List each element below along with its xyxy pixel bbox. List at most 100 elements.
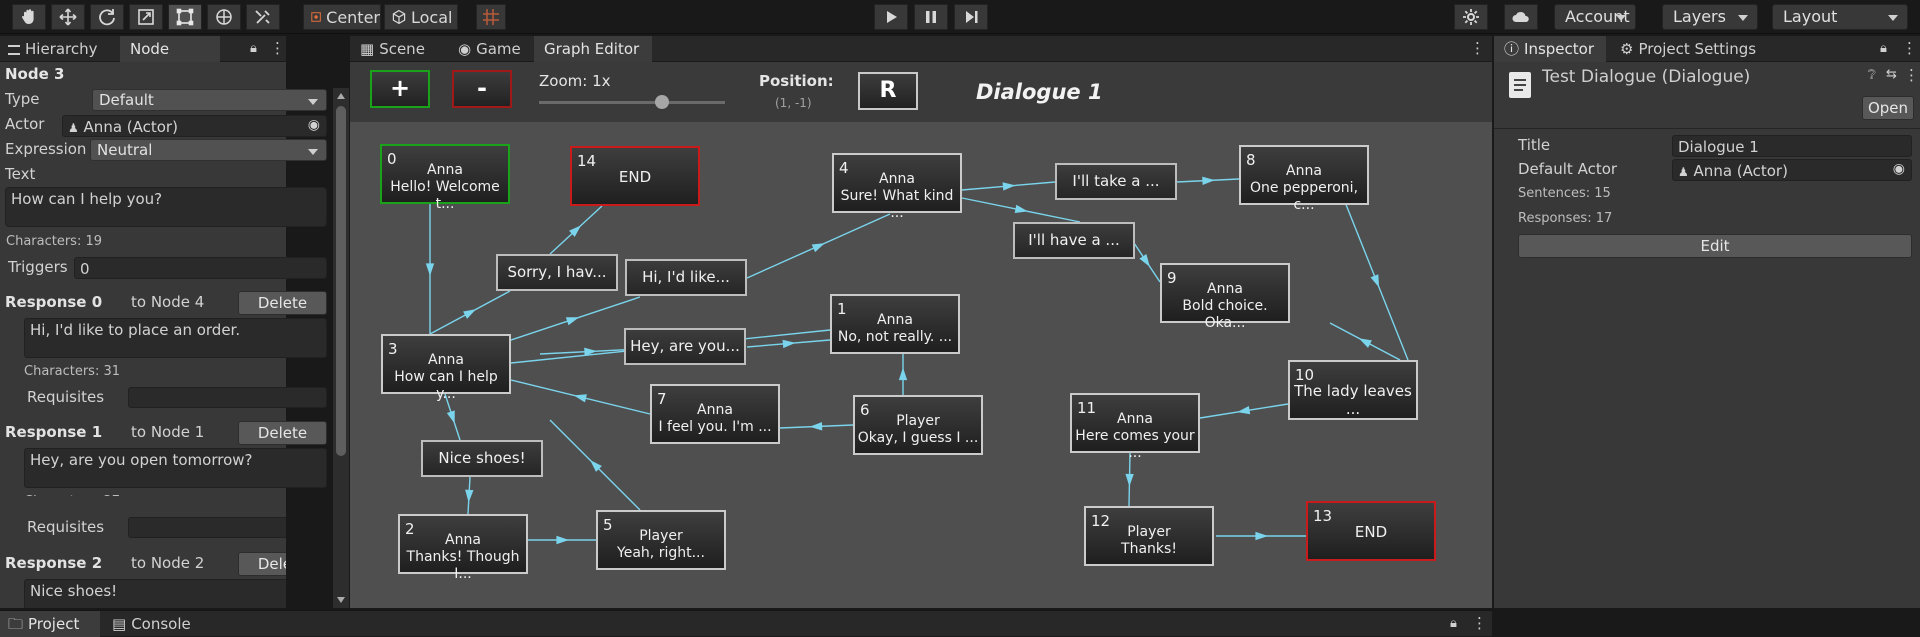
graph-edge-arrow-icon (425, 263, 435, 276)
graph-node-10[interactable]: 10 The lady leaves ... (1288, 360, 1418, 420)
rect-tool-icon[interactable] (168, 4, 202, 30)
reset-position-button[interactable]: R (858, 72, 918, 110)
graph-node-4[interactable]: 4 Anna Sure! What kind ... (832, 153, 962, 221)
grid-snap-icon[interactable] (476, 4, 506, 30)
bottom-lock-icon[interactable]: 🔒︎ (1450, 616, 1457, 631)
response-2-delete-button[interactable]: Delete (238, 552, 286, 576)
tab-project[interactable]: 🗀︎ Project (0, 611, 100, 637)
move-tool-icon[interactable] (51, 4, 85, 30)
hand-tool-icon[interactable] (12, 4, 46, 30)
response-1-text[interactable]: Hey, are you open tomorrow? (24, 448, 327, 488)
default-actor-picker-icon[interactable]: ◉ (1893, 161, 1905, 177)
scroll-down-icon[interactable] (337, 597, 345, 603)
more-options-icon[interactable]: ⋮ (270, 39, 285, 57)
graph-node-7[interactable]: 7 Anna I feel you. I'm ... (650, 384, 780, 444)
asset-more-icon[interactable]: ⋮ (1904, 66, 1919, 84)
edit-button[interactable]: Edit (1518, 234, 1912, 258)
tab-console[interactable]: ▤ Console (104, 611, 199, 637)
graph-response-ill-have[interactable]: I'll have a ... (1013, 222, 1135, 259)
services-gear-icon[interactable] (1454, 4, 1488, 30)
graph-node-1[interactable]: 1 Anna No, not really. ... (830, 294, 960, 354)
preset-icon[interactable]: ⇆ (1886, 67, 1897, 82)
graph-response-nice-shoes[interactable]: Nice shoes! (421, 440, 543, 477)
help-icon[interactable]: ❔︎ (1868, 68, 1876, 83)
response-0-requisites-label: Requisites (27, 388, 105, 406)
play-button[interactable] (874, 4, 908, 30)
graph-node-3[interactable]: 3 Anna How can I help y... (381, 334, 511, 402)
inspector-lock-icon[interactable]: 🔒︎ (1880, 41, 1887, 56)
graph-node-9[interactable]: 9 Anna Bold choice. Oka... (1160, 263, 1290, 331)
graph-node-13[interactable]: 13 END (1306, 501, 1436, 561)
actor-field[interactable]: ♟ Anna (Actor) ◉ (62, 115, 327, 137)
tab-graph-editor[interactable]: Graph Editor (534, 36, 652, 62)
remove-node-button[interactable]: - (452, 70, 512, 108)
step-button[interactable] (954, 4, 988, 30)
graph-response-hi-order[interactable]: Hi, I'd like... (625, 259, 747, 296)
inspector-panel: Test Dialogue (Dialogue) ❔︎ ⇆ ⋮ Open Tit… (1494, 62, 1920, 608)
graph-node-12[interactable]: 12 Player Thanks! (1084, 506, 1214, 566)
tab-game[interactable]: ◉ Game (450, 36, 529, 62)
title-field[interactable]: Dialogue 1 (1672, 135, 1912, 157)
layout-dropdown[interactable]: Layout (1772, 4, 1908, 30)
graph-node-11[interactable]: 11 Anna Here comes your ... (1070, 393, 1200, 461)
left-panel-scrollbar[interactable] (333, 88, 349, 608)
graph-node-0[interactable]: 0 Anna Hello! Welcome t... (380, 144, 510, 212)
graph-response-hey-open[interactable]: Hey, are you... (624, 328, 746, 365)
node-title: Node 3 (5, 65, 65, 83)
rotate-tool-icon[interactable] (90, 4, 124, 30)
graph-canvas[interactable]: 0 Anna Hello! Welcome t... 14 END 4 Anna Sure… (350, 122, 1492, 608)
response-1-delete-button[interactable]: Delete (238, 421, 327, 445)
center-more-options-icon[interactable]: ⋮ (1470, 39, 1485, 57)
graph-node-2[interactable]: 2 Anna Thanks! Though I... (398, 514, 528, 582)
graph-node-14[interactable]: 14 END (570, 146, 700, 206)
graph-edge-arrow-icon (465, 489, 474, 503)
zoom-label: Zoom: 1x (539, 72, 611, 90)
expression-select[interactable]: Neutral (90, 139, 327, 161)
open-button[interactable]: Open (1862, 96, 1914, 120)
response-2-text[interactable]: Nice shoes! (24, 579, 286, 608)
graph-edge-arrow-icon (446, 410, 455, 424)
graph-node-6[interactable]: 6 Player Okay, I guess I ... (853, 395, 983, 455)
position-label: Position: (759, 72, 834, 90)
zoom-slider-thumb[interactable] (654, 95, 669, 109)
graph-edge-arrow-icon (1139, 254, 1150, 267)
bottom-more-icon[interactable]: ⋮ (1472, 614, 1487, 632)
response-0-requisites-field[interactable] (128, 387, 327, 408)
pause-button[interactable] (914, 4, 948, 30)
graph-response-ill-take[interactable]: I'll take a ... (1055, 163, 1177, 200)
actor-value: Anna (Actor) (83, 118, 178, 136)
triggers-field[interactable]: 0 (74, 257, 327, 279)
default-actor-field[interactable]: ♟ Anna (Actor) ◉ (1672, 159, 1912, 181)
tab-project-settings[interactable]: ⚙ Project Settings (1612, 36, 1764, 62)
add-node-button[interactable]: + (370, 70, 430, 108)
custom-tool-icon[interactable] (246, 4, 280, 30)
pivot-center-toggle[interactable]: Center (303, 4, 381, 30)
zoom-slider-track[interactable] (539, 95, 725, 109)
layers-dropdown[interactable]: Layers (1662, 4, 1758, 30)
tab-node-editor[interactable]: Node Editor (120, 36, 220, 84)
graph-response-sorry[interactable]: Sorry, I hav... (496, 254, 618, 291)
tab-project-label: Project (28, 615, 80, 633)
account-dropdown[interactable]: Account (1554, 4, 1636, 30)
lock-icon[interactable]: 🔒︎ (250, 41, 257, 56)
cloud-icon[interactable] (1504, 4, 1538, 30)
object-picker-icon[interactable]: ◉ (308, 117, 320, 133)
graph-node-8[interactable]: 8 Anna One pepperoni, c... (1239, 145, 1369, 213)
tab-hierarchy-label: Hierarchy (25, 40, 98, 58)
tab-hierarchy[interactable]: Hierarchy (0, 36, 106, 62)
transform-tool-icon[interactable] (207, 4, 241, 30)
response-0-delete-button[interactable]: Delete (238, 291, 327, 315)
tab-console-label: Console (131, 615, 191, 633)
left-scroll-thumb[interactable] (336, 106, 346, 456)
inspector-more-icon[interactable]: ⋮ (1902, 39, 1917, 57)
graph-node-5[interactable]: 5 Player Yeah, right... (596, 510, 726, 570)
tab-inspector[interactable]: ⓘ Inspector (1494, 36, 1606, 62)
scroll-up-icon[interactable] (337, 93, 345, 99)
scale-tool-icon[interactable] (129, 4, 163, 30)
node-text-area[interactable]: How can I help you? (5, 187, 327, 227)
type-select[interactable]: Default (92, 89, 327, 111)
response-1-requisites-field[interactable] (128, 517, 286, 538)
pivot-local-toggle[interactable]: Local (384, 4, 458, 30)
tab-scene[interactable]: ▦ Scene (350, 36, 433, 62)
response-0-text[interactable]: Hi, I'd like to place an order. (24, 318, 327, 358)
